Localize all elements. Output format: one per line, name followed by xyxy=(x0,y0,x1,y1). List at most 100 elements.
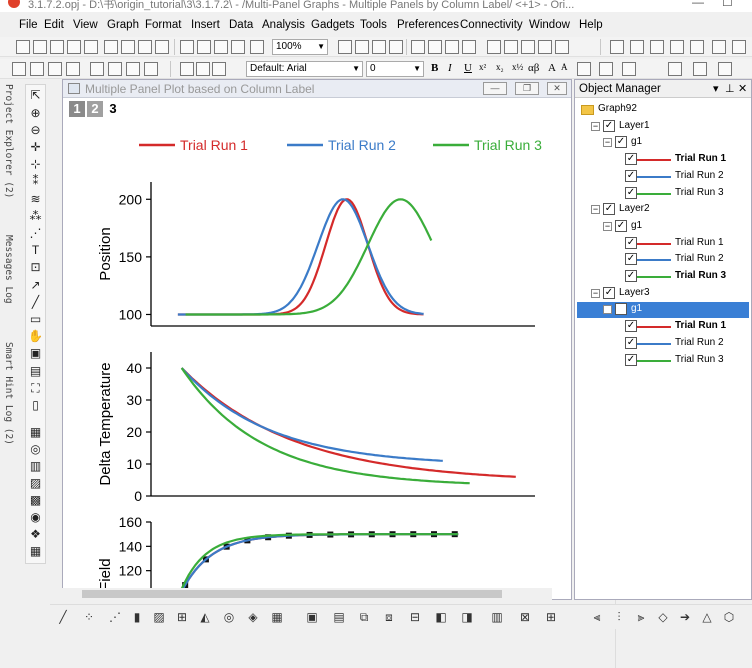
annotation-icon[interactable]: ⊡ xyxy=(28,260,43,275)
new-workbook-icon[interactable] xyxy=(33,40,47,54)
minimize-icon[interactable]: — xyxy=(692,0,704,9)
messages-log-tab[interactable]: Messages Log xyxy=(3,235,14,304)
save-project-icon[interactable] xyxy=(214,40,228,54)
visibility-checkbox[interactable]: ✓ xyxy=(625,336,637,349)
column-graph-icon[interactable] xyxy=(712,40,726,54)
contour-plot-icon[interactable]: ◎ xyxy=(222,610,236,624)
scatter-plot-icon[interactable]: ⁘ xyxy=(82,610,96,624)
add-image-icon[interactable]: ❖ xyxy=(28,527,43,542)
supsub-button[interactable]: x½ xyxy=(512,62,523,72)
graph-add-plot-icon[interactable] xyxy=(90,62,104,76)
series-line-trial3[interactable] xyxy=(180,367,470,485)
triangle-shape-icon[interactable]: △ xyxy=(700,610,714,624)
visibility-checkbox[interactable]: ✓ xyxy=(603,286,615,299)
graph-legend-icon[interactable] xyxy=(126,62,140,76)
date-time-icon[interactable]: ▩ xyxy=(28,493,43,508)
eraser-icon[interactable]: ▯ xyxy=(28,398,43,413)
results-log-icon[interactable] xyxy=(428,40,442,54)
pointer-icon[interactable]: ⇱ xyxy=(28,88,43,103)
data-selector-icon[interactable]: ≋ xyxy=(28,192,43,207)
layer-contents-icon[interactable]: ▤ xyxy=(332,610,346,624)
group-icon[interactable]: ⧉ xyxy=(357,610,371,624)
text-tool-icon[interactable]: T xyxy=(28,243,43,258)
menu-edit[interactable]: Edit xyxy=(44,19,64,31)
underline-button[interactable]: U xyxy=(464,62,472,74)
recalculate-icon[interactable] xyxy=(250,40,264,54)
visibility-checkbox[interactable]: ✓ xyxy=(625,353,637,366)
color-scale-icon[interactable]: ▦ xyxy=(28,425,43,440)
scale-bar-icon[interactable]: ◎ xyxy=(28,442,43,457)
menu-tools[interactable]: Tools xyxy=(360,19,387,31)
menu-file[interactable]: File xyxy=(19,19,38,31)
tree-node-plot[interactable]: ✓ Trial Run 2 xyxy=(577,169,749,185)
tree-node-plot[interactable]: ✓ Trial Run 1 xyxy=(577,319,749,335)
tree-node-plot[interactable]: ✓ Trial Run 2 xyxy=(577,252,749,268)
menu-analysis[interactable]: Analysis xyxy=(262,19,305,31)
column-plot-icon[interactable]: ▮ xyxy=(130,610,144,624)
hscroll-thumb[interactable] xyxy=(82,590,502,598)
ungroup-icon[interactable]: ⧈ xyxy=(382,610,396,624)
collapse-icon[interactable]: − xyxy=(591,288,600,298)
graph-window-icon[interactable] xyxy=(504,40,518,54)
visibility-checkbox[interactable]: ✓ xyxy=(625,153,637,166)
series-line-trial3[interactable] xyxy=(180,533,459,590)
duplicate-icon[interactable] xyxy=(372,40,386,54)
code-builder-icon[interactable] xyxy=(389,40,403,54)
tree-node-plot[interactable]: ✓ Trial Run 2 xyxy=(577,336,749,352)
open-icon[interactable] xyxy=(180,40,194,54)
mask-icon[interactable]: ⁂ xyxy=(28,209,43,224)
area-plot-icon[interactable]: ◭ xyxy=(198,610,212,624)
tree-node-folder[interactable]: Graph92 xyxy=(577,102,749,118)
messages-log-icon[interactable] xyxy=(462,40,476,54)
menu-view[interactable]: View xyxy=(73,19,98,31)
back-icon[interactable]: ◨ xyxy=(460,610,474,624)
lock-tool-icon[interactable]: ⛶ xyxy=(28,381,43,396)
project-explorer-icon[interactable] xyxy=(411,40,425,54)
bold-button[interactable]: B xyxy=(431,62,438,74)
equation-icon[interactable]: ▨ xyxy=(28,476,43,491)
add-column-icon[interactable] xyxy=(610,40,624,54)
close-panel-icon[interactable]: ✕ xyxy=(738,82,747,95)
collapse-icon[interactable]: − xyxy=(603,305,612,315)
tree-node-layer[interactable]: − ✓ Layer3 xyxy=(577,286,749,302)
tree-node-plot[interactable]: ✓ Trial Run 3 xyxy=(577,269,749,285)
print-icon[interactable] xyxy=(338,40,352,54)
worksheet-icon[interactable]: ▦ xyxy=(28,544,43,559)
import-wizard-icon[interactable] xyxy=(12,62,26,76)
graph-layer-icon[interactable] xyxy=(144,62,158,76)
sort-icon[interactable] xyxy=(630,40,644,54)
import-excel-icon[interactable] xyxy=(66,62,80,76)
layer-info-icon[interactable]: ◉ xyxy=(28,510,43,525)
new-matrix-icon[interactable] xyxy=(50,40,64,54)
merge-graph-icon[interactable]: ▣ xyxy=(305,610,319,624)
paste-icon[interactable] xyxy=(212,62,226,76)
zoom-combo[interactable]: 100% ▼ xyxy=(272,39,328,55)
align-icon[interactable] xyxy=(577,62,591,76)
subscript-button[interactable]: x₂ xyxy=(496,62,504,72)
tree-node-group[interactable]: − ✓ g1 xyxy=(577,219,749,235)
line-plot-icon[interactable]: ╱ xyxy=(56,610,70,624)
new-function-icon[interactable] xyxy=(84,40,98,54)
collapse-icon[interactable]: − xyxy=(603,138,612,148)
smart-hint-icon[interactable] xyxy=(538,40,552,54)
app-center-icon[interactable] xyxy=(555,40,569,54)
import-multiple-icon[interactable] xyxy=(48,62,62,76)
front-icon[interactable]: ◧ xyxy=(434,610,448,624)
tree-node-layer[interactable]: − ✓ Layer2 xyxy=(577,202,749,218)
shape-flow-icon[interactable]: ◇ xyxy=(656,610,670,624)
data-reader-icon[interactable]: ⁑ xyxy=(28,174,43,189)
arrange-layers-icon[interactable]: ⊞ xyxy=(544,610,558,624)
distribute-left-icon[interactable]: ⫷ xyxy=(590,610,604,624)
distribute-center-icon[interactable]: ⫶ xyxy=(612,610,626,624)
graph-horizontal-scrollbar[interactable] xyxy=(62,588,552,600)
new-project-icon[interactable] xyxy=(16,40,30,54)
tree-node-layer[interactable]: − ✓ Layer1 xyxy=(577,119,749,135)
visibility-checkbox[interactable]: ✓ xyxy=(615,303,627,316)
more-tools-icon[interactable] xyxy=(732,40,746,54)
menu-graph[interactable]: Graph xyxy=(107,19,139,31)
refresh-icon[interactable] xyxy=(355,40,369,54)
command-window-icon[interactable] xyxy=(445,40,459,54)
menu-connectivity[interactable]: Connectivity xyxy=(460,19,523,31)
tree-node-plot[interactable]: ✓ Trial Run 3 xyxy=(577,353,749,369)
font-color-icon[interactable] xyxy=(622,62,636,76)
